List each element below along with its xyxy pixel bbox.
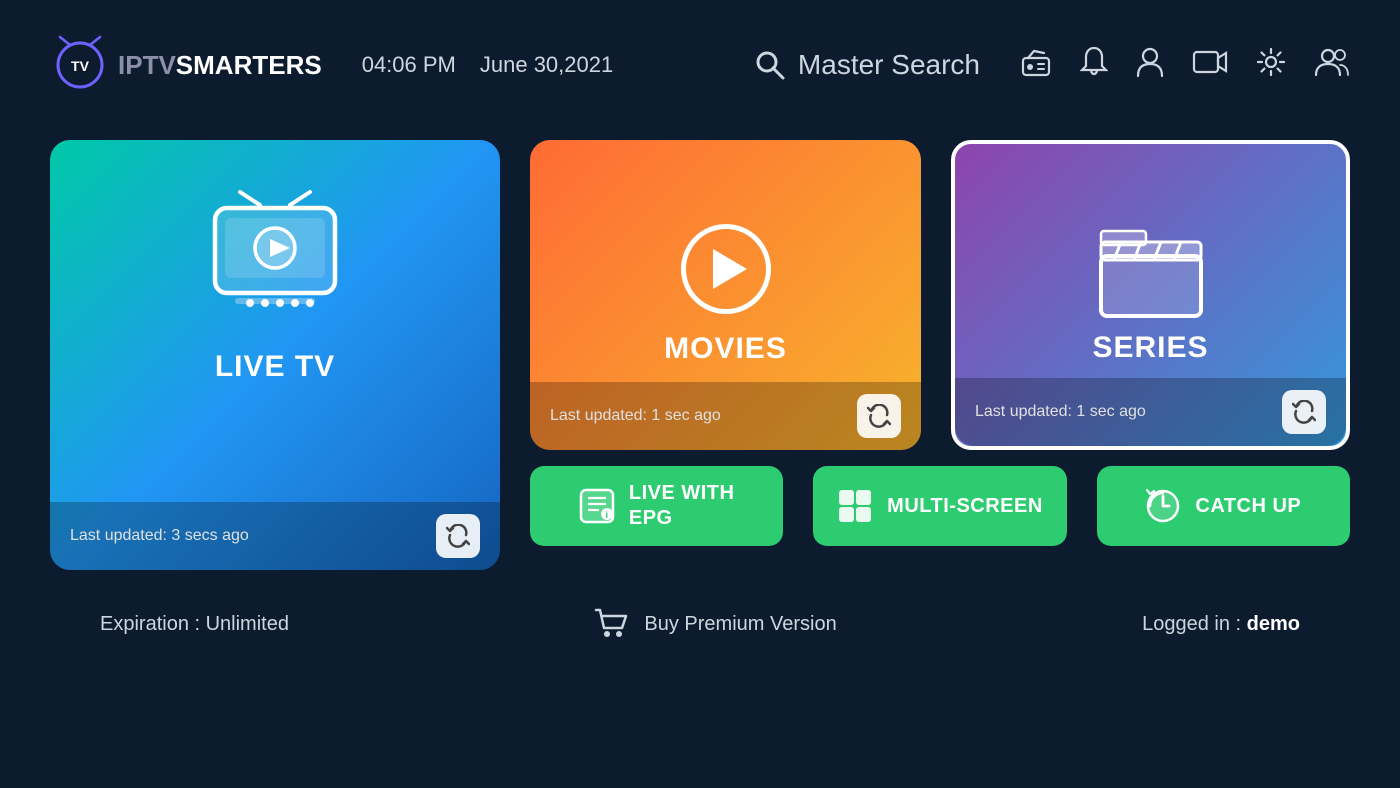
search-label: Master Search [798,49,980,81]
users-icon[interactable] [1314,47,1350,84]
logged-in-user: demo [1247,613,1300,635]
series-card[interactable]: SERIES Last updated: 1 sec ago [951,140,1350,450]
logo-text: IPTVSMARTERS [118,50,322,81]
series-label: SERIES [1092,331,1208,365]
series-refresh-button[interactable] [1282,390,1326,434]
settings-icon[interactable] [1256,47,1286,84]
catchup-icon [1145,488,1181,524]
footer: Expiration : Unlimited Buy Premium Versi… [0,580,1400,668]
record-icon[interactable] [1192,48,1228,83]
logged-in: Logged in : demo [1142,613,1300,636]
bell-icon[interactable] [1080,46,1108,85]
movies-footer: Last updated: 1 sec ago [530,382,921,450]
bottom-cards: i LIVE WITH EPG MULTI-SCREEN [530,466,1350,546]
live-tv-icon [195,190,355,330]
datetime: 04:06 PM June 30,2021 [362,52,614,78]
live-tv-refresh-button[interactable] [436,514,480,558]
svg-text:i: i [605,510,608,520]
series-refresh-icon [1292,400,1316,424]
movies-play-icon [681,224,771,314]
header: TV IPTVSMARTERS 04:06 PM June 30,2021 Ma… [0,0,1400,130]
catch-up-card[interactable]: CATCH UP [1097,466,1350,546]
live-epg-card[interactable]: i LIVE WITH EPG [530,466,783,546]
live-epg-label-line1: LIVE WITH [629,481,735,506]
date-display: June 30,2021 [480,52,613,78]
cards-row: LIVE TV Last updated: 3 secs ago [50,140,1350,570]
search-button[interactable]: Master Search [754,49,980,81]
live-tv-footer: Last updated: 3 secs ago [50,502,500,570]
search-icon [754,49,786,81]
epg-icon: i [579,488,615,524]
logo-area: TV IPTVSMARTERS [50,35,322,95]
multi-screen-icon [837,488,873,524]
movies-card[interactable]: MOVIES Last updated: 1 sec ago [530,140,921,450]
nav-icons [1020,46,1350,85]
live-tv-update: Last updated: 3 secs ago [70,527,249,545]
series-icon [1096,226,1206,321]
iptv-logo-icon: TV [50,35,110,95]
main-content: LIVE TV Last updated: 3 secs ago [0,130,1400,570]
series-update: Last updated: 1 sec ago [975,403,1146,421]
live-tv-label: LIVE TV [215,350,335,384]
movies-label: MOVIES [664,332,787,366]
premium-label: Buy Premium Version [644,613,836,636]
movies-update: Last updated: 1 sec ago [550,407,721,425]
multi-screen-card[interactable]: MULTI-SCREEN [813,466,1066,546]
refresh-icon [446,524,470,548]
top-right-cards: MOVIES Last updated: 1 sec ago [530,140,1350,450]
movies-refresh-button[interactable] [857,394,901,438]
cart-icon [594,608,630,640]
movies-refresh-icon [867,404,891,428]
series-footer: Last updated: 1 sec ago [955,378,1346,446]
time-display: 04:06 PM [362,52,456,78]
multi-screen-label: MULTI-SCREEN [887,495,1043,518]
user-icon[interactable] [1136,46,1164,85]
svg-text:TV: TV [71,58,90,74]
live-epg-label-line2: EPG [629,506,673,531]
radio-icon[interactable] [1020,46,1052,85]
logged-in-prefix: Logged in : [1142,613,1247,635]
expiry-text: Expiration : Unlimited [100,613,289,636]
live-tv-card[interactable]: LIVE TV Last updated: 3 secs ago [50,140,500,570]
right-column: MOVIES Last updated: 1 sec ago [530,140,1350,546]
premium-button[interactable]: Buy Premium Version [594,608,836,640]
catch-up-label: CATCH UP [1195,495,1301,518]
